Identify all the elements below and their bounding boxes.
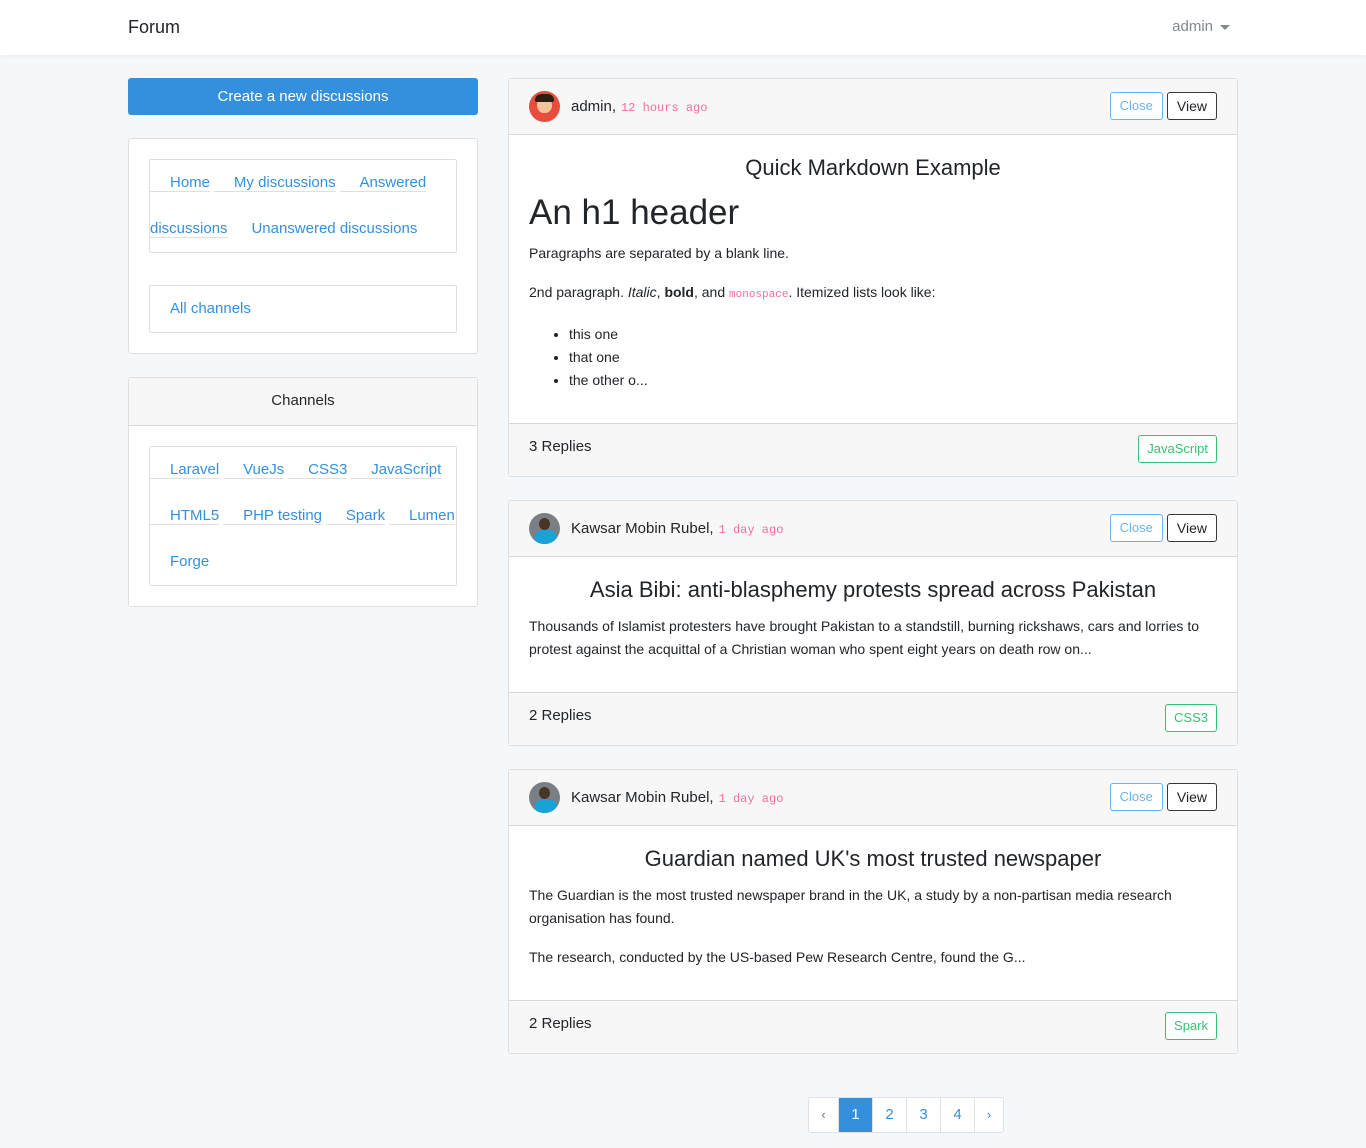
pagination: ‹ 1 2 3 4 ›	[808, 1097, 1004, 1133]
nav-item-my-discussions[interactable]: My discussions	[213, 174, 336, 192]
list-item: the other o...	[569, 369, 1217, 392]
navbar: Forum admin	[0, 0, 1366, 55]
paragraph: 2nd paragraph. Italic, bold, and monospa…	[529, 284, 936, 301]
next-page-button[interactable]: ›	[974, 1098, 1003, 1132]
discussion-body: Guardian named UK's most trusted newspap…	[509, 826, 1237, 1000]
bullet-list: this one that one the other o...	[569, 323, 1217, 392]
channel-item[interactable]: HTML5	[150, 507, 220, 525]
channel-tag[interactable]: JavaScript	[1138, 435, 1217, 463]
discussion-body: Asia Bibi: anti-blasphemy protests sprea…	[509, 557, 1237, 692]
channel-item[interactable]: Lumen	[388, 507, 455, 525]
discussion-footer: 2 Replies Spark	[509, 1000, 1237, 1053]
discussion-title: Quick Markdown Example	[745, 155, 1001, 180]
channel-item[interactable]: Forge	[150, 553, 209, 570]
discussion-card: admin, 12 hours ago Close View Quick Mar…	[508, 78, 1238, 477]
list-item: this one	[569, 323, 1217, 346]
discussion-title: Asia Bibi: anti-blasphemy protests sprea…	[589, 577, 1157, 602]
reply-count: 2 Replies	[529, 1015, 592, 1032]
brand-link[interactable]: Forum	[128, 17, 180, 38]
avatar	[529, 513, 560, 544]
avatar	[529, 91, 560, 122]
nav-list: Home My discussions Answered discussions…	[149, 159, 457, 253]
discussion-list: admin, 12 hours ago Close View Quick Mar…	[508, 78, 1238, 1077]
prev-page-button[interactable]: ‹	[809, 1098, 838, 1132]
author-name: Kawsar Mobin Rubel,	[571, 520, 714, 537]
view-button[interactable]: View	[1166, 92, 1217, 120]
channel-item[interactable]: Spark	[325, 507, 386, 525]
channel-item[interactable]: PHP testing	[223, 507, 323, 525]
nav-item-unanswered[interactable]: Unanswered discussions	[231, 220, 417, 237]
page-link-3[interactable]: 3	[906, 1098, 940, 1132]
nav-item-home[interactable]: Home	[150, 174, 211, 192]
paragraph: The research, conducted by the US-based …	[529, 949, 1026, 965]
nav-card: Home My discussions Answered discussions…	[128, 138, 478, 354]
paragraph: The Guardian is the most trusted newspap…	[529, 887, 1172, 926]
reply-count: 2 Replies	[529, 707, 592, 724]
view-button[interactable]: View	[1166, 783, 1217, 811]
timestamp: 1 day ago	[718, 792, 784, 806]
channel-tag[interactable]: Spark	[1165, 1012, 1217, 1040]
markdown-h1: An h1 header	[529, 193, 740, 232]
avatar	[529, 782, 560, 813]
channel-item[interactable]: CSS3	[288, 461, 348, 479]
page-link-2[interactable]: 2	[872, 1098, 906, 1132]
discussion-footer: 2 Replies CSS3	[509, 692, 1237, 745]
timestamp: 1 day ago	[718, 523, 784, 537]
view-button[interactable]: View	[1166, 514, 1217, 542]
channel-item[interactable]: JavaScript	[351, 461, 442, 479]
reply-count: 3 Replies	[529, 438, 592, 455]
discussion-body: Quick Markdown Example An h1 header Para…	[509, 135, 1237, 423]
discussion-header: Kawsar Mobin Rubel, 1 day ago Close View	[509, 770, 1237, 826]
discussion-card: Kawsar Mobin Rubel, 1 day ago Close View…	[508, 769, 1238, 1054]
channels-title: Channels	[129, 378, 477, 426]
close-button[interactable]: Close	[1109, 783, 1163, 811]
close-button[interactable]: Close	[1109, 92, 1163, 120]
all-channels-list: All channels	[149, 285, 457, 333]
discussion-card: Kawsar Mobin Rubel, 1 day ago Close View…	[508, 500, 1238, 746]
discussion-header: admin, 12 hours ago Close View	[509, 79, 1237, 135]
discussion-title: Guardian named UK's most trusted newspap…	[644, 846, 1102, 871]
user-dropdown[interactable]: admin	[1172, 18, 1230, 35]
channels-card: Channels Laravel VueJs CSS3 JavaScript H…	[128, 377, 478, 607]
channel-item[interactable]: VueJs	[223, 461, 285, 479]
timestamp: 12 hours ago	[621, 101, 708, 115]
page-link-1[interactable]: 1	[838, 1098, 872, 1132]
channel-tag[interactable]: CSS3	[1165, 704, 1217, 732]
channel-item[interactable]: Laravel	[150, 461, 220, 479]
page-link-4[interactable]: 4	[940, 1098, 974, 1132]
paragraph: Thousands of Islamist protesters have br…	[529, 618, 1199, 657]
user-name: admin	[1172, 18, 1213, 35]
discussion-header: Kawsar Mobin Rubel, 1 day ago Close View	[509, 501, 1237, 557]
channel-list: Laravel VueJs CSS3 JavaScript HTML5 PHP …	[149, 446, 457, 586]
list-item: that one	[569, 346, 1217, 369]
create-discussion-button[interactable]: Create a new discussions	[128, 78, 478, 115]
close-button[interactable]: Close	[1109, 514, 1163, 542]
paragraph: Paragraphs are separated by a blank line…	[529, 245, 789, 261]
author-name: Kawsar Mobin Rubel,	[571, 789, 714, 806]
sidebar: Create a new discussions Home My discuss…	[128, 78, 478, 607]
discussion-footer: 3 Replies JavaScript	[509, 423, 1237, 476]
author-name: admin,	[571, 98, 617, 115]
caret-down-icon	[1220, 24, 1230, 30]
nav-item-all-channels[interactable]: All channels	[150, 300, 251, 317]
